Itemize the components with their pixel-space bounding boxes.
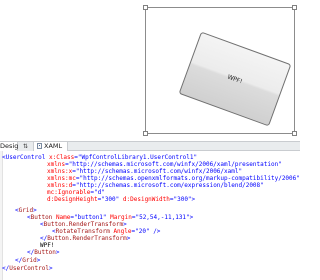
code-line: d:DesignHeight="300" d:DesignWidth="300"… <box>47 196 195 203</box>
code-line: <Button.RenderTransform> <box>40 221 127 228</box>
code-value: "http://schemas.openxmlformats.org/marku… <box>79 175 300 182</box>
code-punct: > <box>36 257 41 264</box>
design-surface[interactable]: WPF! <box>0 0 300 141</box>
code-line: <Grid> <box>15 207 37 214</box>
code-tag: Grid <box>18 207 34 214</box>
code-line: </Button> <box>27 249 60 256</box>
design-canvas[interactable]: WPF! <box>143 5 297 136</box>
code-line: </Grid> <box>15 257 40 264</box>
code-punct: > <box>48 265 53 272</box>
code-text: WPF! <box>40 242 55 249</box>
code-punct: > <box>123 221 127 228</box>
code-attribute: Margin <box>110 214 132 221</box>
code-tag: <UserControl <box>2 154 46 161</box>
code-tag: RotateTransform <box>55 228 110 235</box>
code-tag: UserControl <box>9 265 49 272</box>
code-line: <Button Name="button1" Margin="52,54,-11… <box>27 214 193 221</box>
code-attribute: xmlns:mc <box>47 175 76 182</box>
code-line: </UserControl> <box>2 265 53 272</box>
rotated-wpf-button[interactable]: WPF! <box>178 31 292 127</box>
code-line: xmlns:mc="http://schemas.openxmlformats.… <box>47 175 300 182</box>
swap-panes-button[interactable]: ⇅ <box>18 142 34 151</box>
code-value: "http://schemas.microsoft.com/winfx/2006… <box>75 168 243 175</box>
code-line: xmlns:d="http://schemas.microsoft.com/ex… <box>47 182 264 189</box>
code-punct: /> <box>149 228 161 235</box>
swap-panes-icon: ⇅ <box>22 143 29 150</box>
xaml-code-editor[interactable]: <UserControl x:Class="WpfControlLibrary1… <box>0 151 300 280</box>
code-value: "300" <box>173 196 192 203</box>
code-line: <UserControl x:Class="WpfControlLibrary1… <box>2 154 197 161</box>
code-tag: Button <box>34 249 56 256</box>
code-line: <RotateTransform Angle="20" /> <box>52 228 160 235</box>
code-attribute: mc:Ignorable <box>47 189 91 196</box>
code-attribute: d:DesignWidth <box>122 196 170 203</box>
view-tab-strip: Design ⇅ XAML <box>0 141 300 151</box>
code-line: mc:Ignorable="d" <box>47 189 105 196</box>
xaml-designer-window: WPF! Design ⇅ XAML <UserControl x:Class=… <box>0 0 300 280</box>
code-punct: > <box>189 214 194 221</box>
code-value: "WpfControlLibrary1.UserControl1" <box>77 154 198 161</box>
code-value: "20" <box>135 228 150 235</box>
code-attribute: xmlns:d <box>47 182 73 189</box>
code-punct: > <box>33 207 37 214</box>
resize-handle-top-left[interactable] <box>143 5 148 10</box>
code-attribute: xmlns:x <box>47 168 73 175</box>
code-value: "d" <box>93 189 105 196</box>
code-attribute: Angle <box>113 228 132 235</box>
tab-xaml-label: XAML <box>44 142 63 150</box>
code-line: xmlns:x="http://schemas.microsoft.com/wi… <box>47 168 242 175</box>
code-tag: Button.RenderTransform <box>47 235 127 242</box>
code-attribute: x:Class <box>48 154 75 161</box>
xaml-file-icon <box>37 143 42 149</box>
code-tag: Grid <box>22 257 37 264</box>
code-punct: > <box>126 235 131 242</box>
code-line: </Button.RenderTransform> <box>40 235 130 242</box>
code-line: WPF! <box>40 242 54 249</box>
code-value: "http://schemas.microsoft.com/expression… <box>75 182 264 189</box>
wpf-button-label: WPF! <box>226 73 244 85</box>
code-tag: Button.RenderTransform <box>43 221 124 228</box>
editor-gutter <box>0 151 3 280</box>
resize-handle-bottom-right[interactable] <box>292 131 297 136</box>
tab-design[interactable]: Design <box>0 142 22 151</box>
code-punct: > <box>55 249 60 256</box>
code-tag: Button <box>30 214 53 221</box>
resize-handle-bottom-left[interactable] <box>143 131 148 136</box>
code-attribute: xmlns <box>47 161 66 168</box>
code-attribute: d:DesignHeight <box>47 196 98 203</box>
code-value: "52,54,-11,131" <box>135 214 190 221</box>
code-attribute: Name <box>55 214 71 221</box>
code-value: "button1" <box>74 214 107 221</box>
code-line: xmlns="http://schemas.microsoft.com/winf… <box>47 161 282 168</box>
code-punct: > <box>191 196 196 203</box>
tab-xaml[interactable]: XAML <box>34 142 68 151</box>
resize-handle-top-right[interactable] <box>292 5 297 10</box>
code-value: "http://schemas.microsoft.com/winfx/2006… <box>68 161 282 168</box>
code-value: "300" <box>101 196 120 203</box>
